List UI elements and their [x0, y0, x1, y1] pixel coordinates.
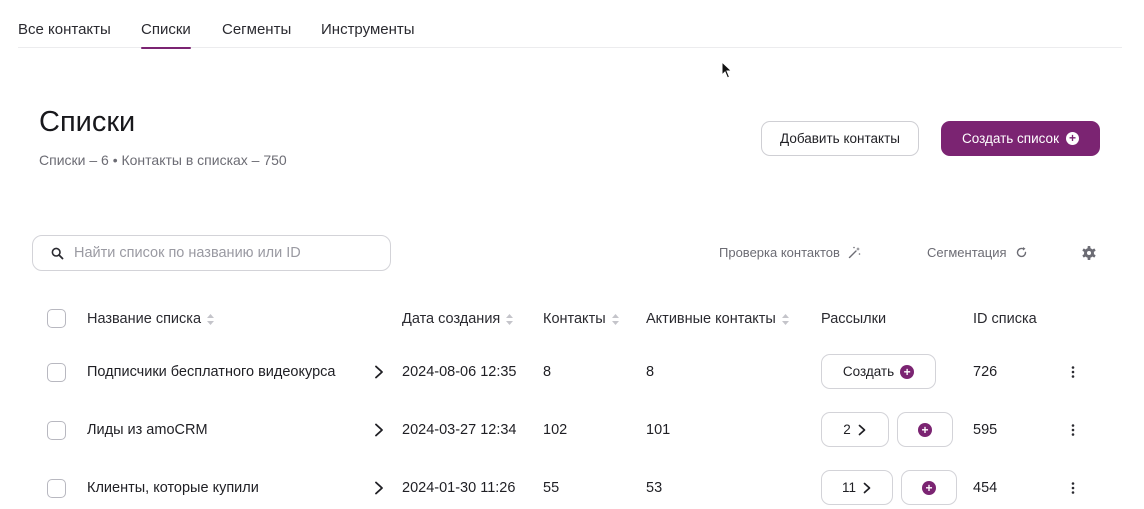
tab-segments[interactable]: Сегменты — [222, 21, 291, 38]
create-list-button[interactable]: Создать список + — [941, 121, 1100, 156]
check-contacts-label: Проверка контактов — [719, 245, 840, 260]
chevron-right-icon[interactable] — [373, 481, 385, 495]
column-header-label: Контакты — [543, 311, 606, 327]
add-contacts-label: Добавить контакты — [780, 131, 900, 146]
list-id: 726 — [973, 364, 998, 380]
column-header-name[interactable]: Название списка — [87, 311, 215, 327]
add-mailing-button[interactable]: + — [897, 412, 953, 447]
tab-lists[interactable]: Списки — [141, 21, 191, 49]
page-subtitle: Списки – 6 • Контакты в списках – 750 — [39, 152, 287, 168]
active-contacts-count: 101 — [646, 422, 671, 438]
sort-icon — [611, 313, 619, 325]
contacts-count: 8 — [543, 364, 552, 380]
column-header-mailings: Рассылки — [821, 311, 887, 327]
mailings-count: 2 — [843, 422, 851, 437]
chevron-right-icon — [863, 482, 871, 493]
mailings-count-button[interactable]: 11 — [821, 470, 893, 505]
row-checkbox[interactable] — [47, 363, 66, 382]
sort-icon — [207, 313, 215, 325]
column-header-active[interactable]: Активные контакты — [646, 311, 789, 327]
list-id: 595 — [973, 422, 998, 438]
settings-gear-icon[interactable] — [1081, 245, 1097, 261]
contacts-count: 55 — [543, 480, 560, 496]
chevron-right-icon — [858, 424, 866, 435]
create-mailing-button[interactable]: Создать + — [821, 354, 936, 389]
column-header-contacts[interactable]: Контакты — [543, 311, 619, 327]
chevron-right-icon[interactable] — [373, 365, 385, 379]
add-contacts-button[interactable]: Добавить контакты — [761, 121, 919, 156]
plus-circle-icon: + — [918, 422, 932, 437]
check-contacts-button[interactable]: Проверка контактов — [719, 245, 861, 260]
tab-tools[interactable]: Инструменты — [321, 21, 415, 38]
active-contacts-count: 8 — [646, 364, 655, 380]
search-box[interactable] — [32, 235, 391, 271]
list-id: 454 — [973, 480, 998, 496]
create-mailing-label: Создать — [842, 364, 895, 379]
magic-wand-icon — [848, 246, 861, 259]
column-header-id: ID списка — [973, 311, 1037, 327]
mailings-count-button[interactable]: 2 — [821, 412, 889, 447]
created-date: 2024-01-30 11:26 — [402, 480, 516, 496]
plus-circle-icon: + — [900, 364, 915, 379]
segmentation-label: Сегментация — [927, 245, 1007, 260]
page-title: Списки — [39, 106, 136, 138]
column-header-label: Название списка — [87, 311, 202, 327]
sort-icon — [781, 313, 789, 325]
chevron-right-icon[interactable] — [373, 423, 385, 437]
search-icon — [51, 247, 64, 259]
tab-all-contacts[interactable]: Все контакты — [18, 21, 111, 38]
column-header-created[interactable]: Дата создания — [402, 311, 514, 327]
created-date: 2024-03-27 12:34 — [402, 422, 517, 438]
add-mailing-button[interactable]: + — [901, 470, 957, 505]
top-tabs: Все контакты Списки Сегменты Инструменты — [18, 0, 1122, 49]
mailings-count: 11 — [841, 480, 856, 495]
mouse-cursor-icon — [721, 61, 733, 79]
active-contacts-count: 53 — [646, 480, 663, 496]
list-name[interactable]: Подписчики бесплатного видеокурса — [87, 364, 335, 380]
plus-circle-icon: + — [922, 480, 936, 495]
list-name[interactable]: Клиенты, которые купили — [87, 480, 259, 496]
more-options-icon[interactable] — [1071, 482, 1075, 494]
row-checkbox[interactable] — [47, 479, 66, 498]
list-name[interactable]: Лиды из amoCRM — [87, 422, 208, 438]
column-header-label: Активные контакты — [646, 311, 776, 327]
search-input[interactable] — [74, 245, 374, 261]
more-options-icon[interactable] — [1071, 424, 1075, 436]
segmentation-button[interactable]: Сегментация — [927, 245, 1028, 260]
refresh-icon — [1016, 247, 1026, 258]
create-list-label: Создать список — [962, 131, 1059, 146]
more-options-icon[interactable] — [1071, 366, 1075, 378]
row-checkbox[interactable] — [47, 421, 66, 440]
select-all-checkbox[interactable] — [47, 309, 66, 328]
contacts-count: 102 — [543, 422, 568, 438]
created-date: 2024-08-06 12:35 — [402, 364, 517, 380]
column-header-label: Дата создания — [402, 311, 501, 327]
plus-circle-icon: + — [1065, 132, 1079, 145]
sort-icon — [506, 313, 514, 325]
